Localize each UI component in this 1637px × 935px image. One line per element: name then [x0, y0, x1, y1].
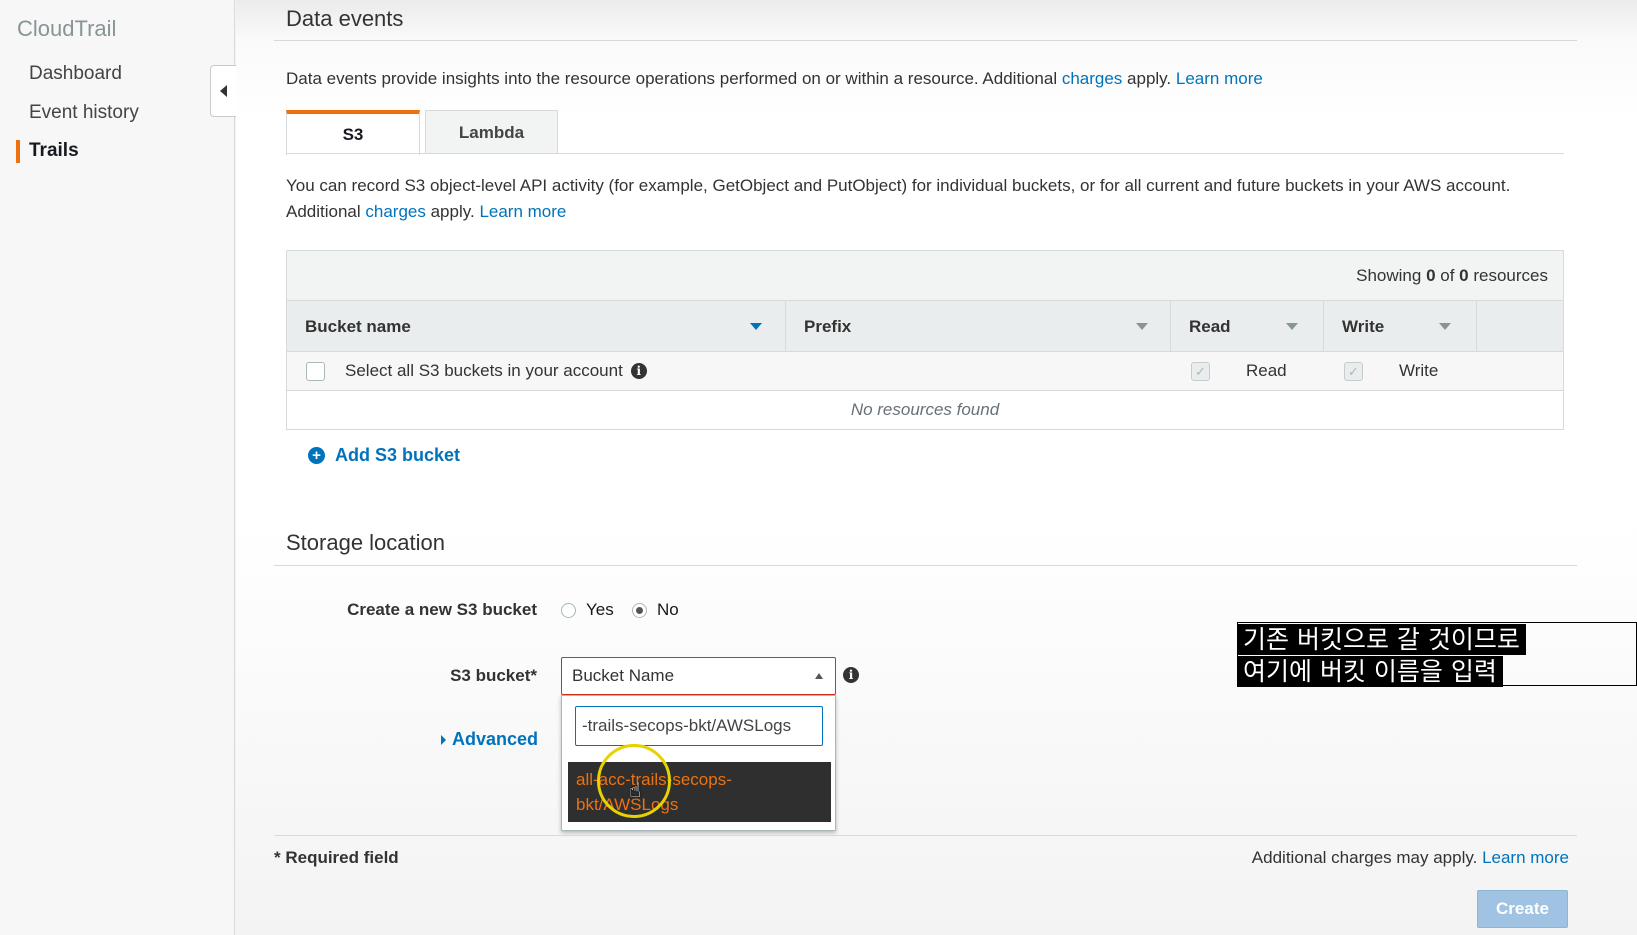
storage-location-title: Storage location: [286, 530, 445, 555]
required-field-note: * Required field: [274, 848, 399, 867]
radio-no-label: No: [657, 600, 679, 619]
learn-more-link[interactable]: Learn more: [1176, 69, 1263, 88]
write-checkbox[interactable]: ✓: [1344, 362, 1363, 381]
s3-description: You can record S3 object-level API activ…: [286, 176, 1511, 221]
add-s3-bucket-button[interactable]: + Add S3 bucket: [308, 445, 460, 466]
sort-caret-icon: [1286, 323, 1298, 330]
bucket-search-input[interactable]: [575, 706, 823, 746]
divider: [274, 565, 1577, 566]
bucket-option[interactable]: all-acc-trails-secops- bkt/AWSLogs: [568, 762, 831, 822]
sidebar-title: CloudTrail: [17, 16, 117, 41]
info-icon[interactable]: i: [630, 363, 647, 379]
charges-link[interactable]: charges: [1062, 69, 1122, 88]
divider: [274, 835, 1577, 836]
write-label: Write: [1399, 361, 1439, 380]
caret-left-icon: [220, 85, 227, 97]
sidebar-item-trails[interactable]: Trails: [29, 140, 79, 162]
showing-count: Showing 0 of 0 resources: [1356, 266, 1548, 285]
select-all-row: Select all S3 buckets in your account i …: [287, 352, 1563, 391]
sidebar: CloudTrail Dashboard Event history Trail…: [0, 0, 235, 935]
sort-caret-icon: [1136, 323, 1148, 330]
caption-line-2: 여기에 버킷 이름을 입력: [1237, 656, 1503, 687]
s3-charges-link[interactable]: charges: [365, 202, 425, 221]
s3-bucket-label: S3 bucket*: [450, 666, 537, 685]
caret-up-icon: [815, 673, 823, 679]
column-bucket-name[interactable]: Bucket name: [287, 301, 786, 352]
data-events-title: Data events: [286, 6, 404, 31]
bucket-dropdown: all-acc-trails-secops- bkt/AWSLogs: [561, 695, 836, 831]
select-all-checkbox[interactable]: [306, 362, 325, 381]
read-checkbox[interactable]: ✓: [1191, 362, 1210, 381]
radio-yes-label: Yes: [586, 600, 614, 619]
sort-caret-icon: [1439, 323, 1451, 330]
plus-circle-icon: +: [308, 447, 325, 464]
tab-divider: [286, 153, 1564, 154]
table-header: Bucket name Prefix Read Write: [287, 301, 1563, 352]
select-all-label: Select all S3 buckets in your account: [345, 361, 623, 380]
empty-state: No resources found: [850, 400, 1000, 419]
footer-learn-more-link[interactable]: Learn more: [1482, 848, 1569, 867]
advanced-toggle[interactable]: Advanced: [441, 729, 538, 750]
caption-line-1: 기존 버킷으로 갈 것이므로: [1237, 624, 1526, 655]
tab-s3[interactable]: S3: [286, 110, 420, 155]
s3-bucket-select[interactable]: Bucket Name: [561, 657, 836, 695]
tab-lambda[interactable]: Lambda: [425, 110, 558, 154]
read-label: Read: [1246, 361, 1287, 380]
s3-learn-more-link[interactable]: Learn more: [479, 202, 566, 221]
radio-yes[interactable]: [561, 603, 576, 618]
s3-buckets-table: Showing 0 of 0 resources Bucket name Pre…: [286, 250, 1564, 430]
column-prefix[interactable]: Prefix: [786, 301, 1171, 352]
charges-note: Additional charges may apply. Learn more: [1251, 848, 1569, 867]
create-button[interactable]: Create: [1477, 890, 1568, 928]
sidebar-active-indicator: [16, 140, 20, 163]
sort-caret-icon: [750, 323, 762, 330]
collapse-sidebar-button[interactable]: [210, 65, 236, 117]
sidebar-item-dashboard[interactable]: Dashboard: [29, 63, 122, 85]
divider: [274, 40, 1577, 41]
data-events-description: Data events provide insights into the re…: [286, 69, 1263, 88]
create-new-bucket-label: Create a new S3 bucket: [347, 600, 537, 619]
radio-no[interactable]: [632, 603, 647, 618]
caret-right-icon: [441, 734, 446, 745]
column-write[interactable]: Write: [1324, 301, 1477, 352]
info-icon[interactable]: i: [843, 667, 859, 683]
column-read[interactable]: Read: [1171, 301, 1324, 352]
sidebar-item-event-history[interactable]: Event history: [29, 102, 139, 124]
